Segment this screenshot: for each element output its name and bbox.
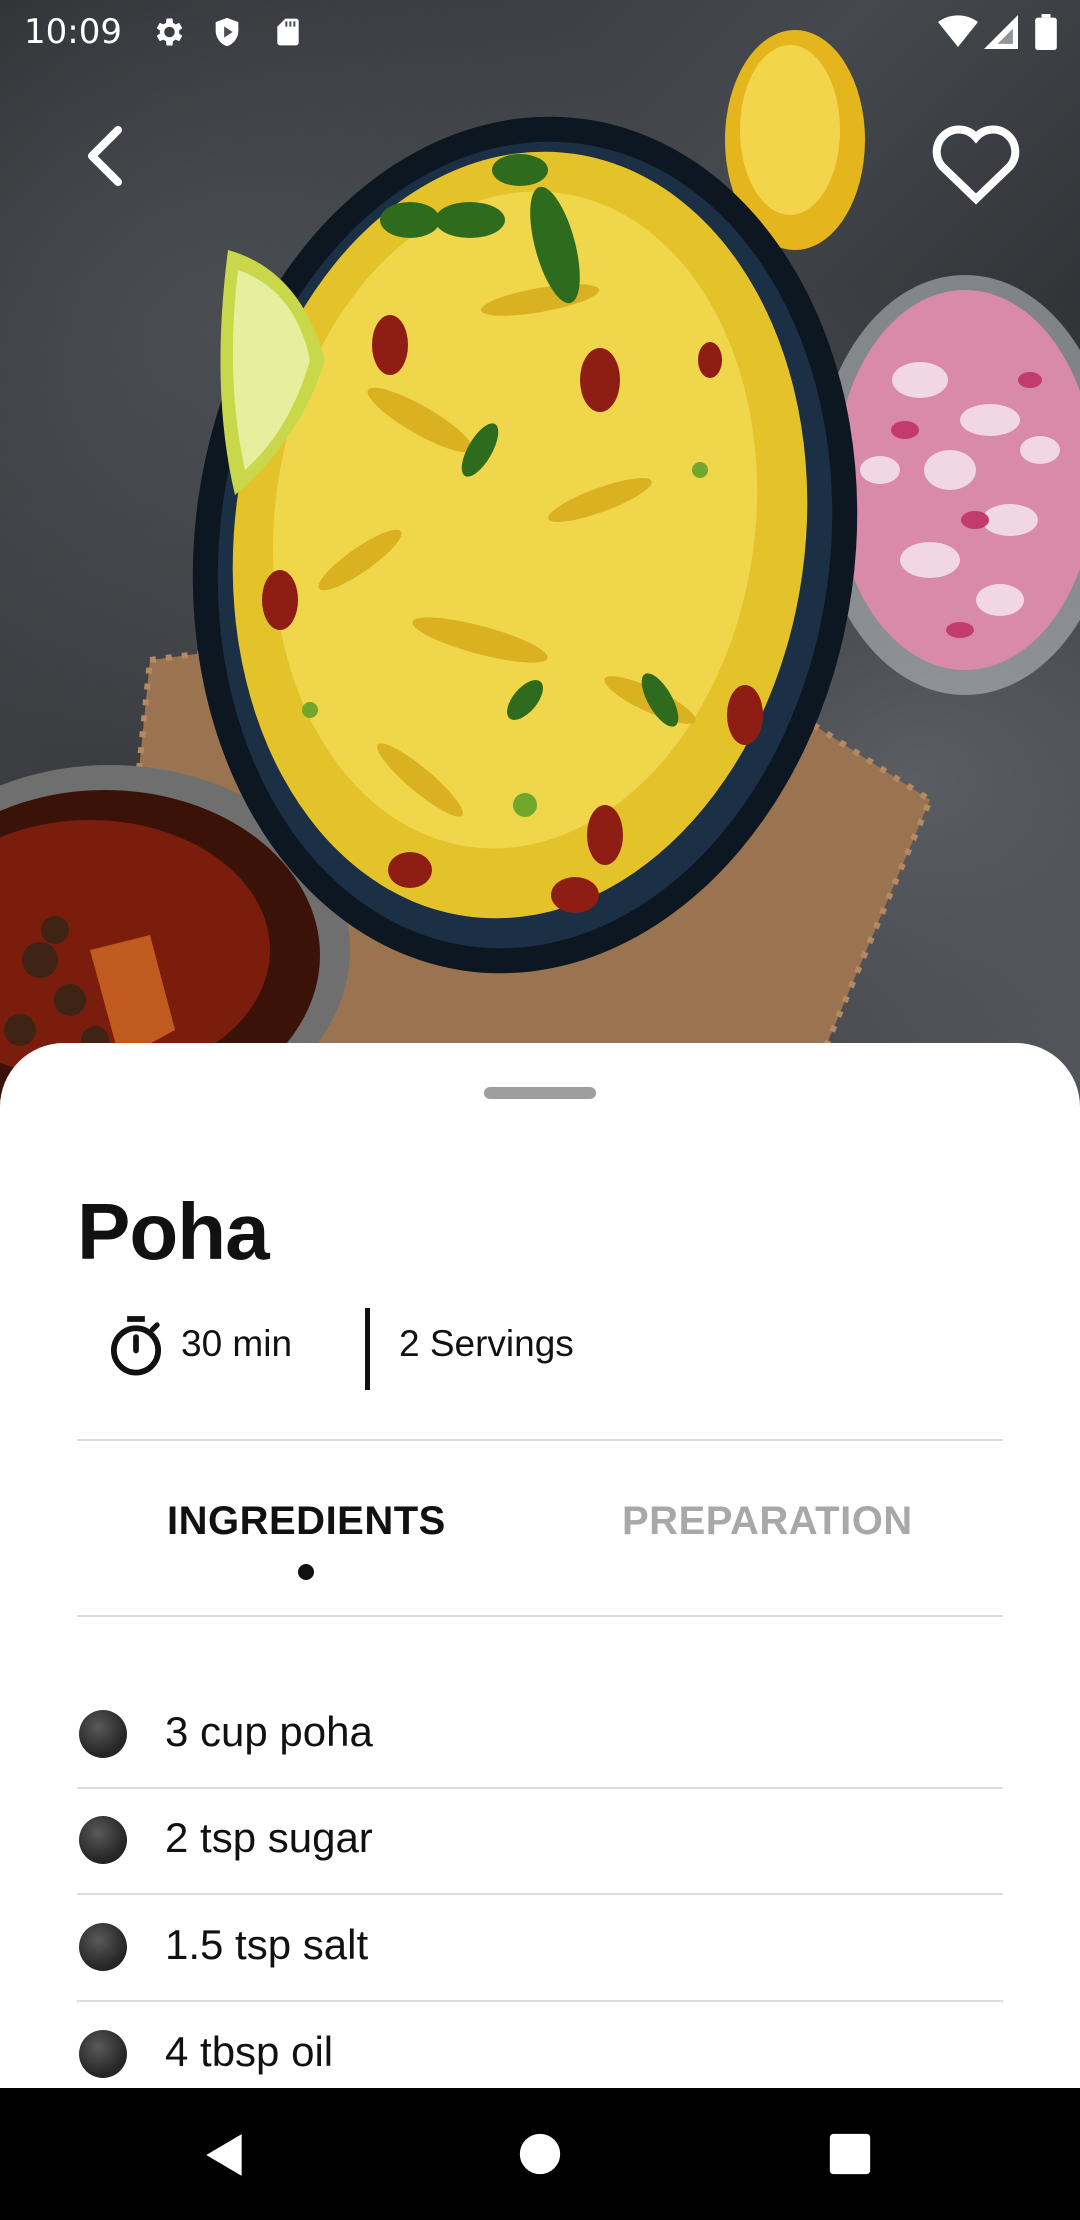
tab-ingredients[interactable]: INGREDIENTS [167, 1499, 446, 1544]
ingredient-text: 3 cup poha [165, 1708, 373, 1755]
favorite-button[interactable] [928, 116, 1024, 206]
ingredient-text: 4 tbsp oil [165, 2028, 334, 2075]
active-tab-indicator [298, 1564, 314, 1580]
signal-icon [984, 15, 1018, 49]
ingredient-item: 4 tbsp oil [77, 2003, 1003, 2088]
poha-photo-illustration [0, 30, 1080, 1110]
tab-preparation[interactable]: PREPARATION [622, 1499, 913, 1544]
battery-icon [1035, 14, 1057, 50]
gear-icon [156, 18, 183, 46]
divider [77, 1439, 1003, 1441]
bullet-icon [79, 1816, 127, 1864]
chevron-left-icon [88, 126, 122, 186]
home-circle-icon[interactable] [518, 2132, 562, 2176]
bullet-icon [79, 1923, 127, 1971]
ingredient-text: 1.5 tsp salt [165, 1921, 369, 1968]
back-button[interactable] [70, 118, 146, 194]
recipe-title: Poha [77, 1187, 270, 1276]
status-time: 10:09 [24, 12, 122, 52]
ingredient-item: 1.5 tsp salt [77, 1896, 1003, 2002]
sheet-drag-handle[interactable] [484, 1087, 596, 1099]
cook-time: 30 min [181, 1323, 293, 1364]
servings: 2 Servings [399, 1323, 574, 1364]
wifi-icon [938, 15, 978, 48]
status-bar: 10:09 [0, 0, 1080, 66]
divider [77, 1615, 1003, 1617]
ingredient-item: 3 cup poha [77, 1683, 1003, 1789]
bullet-icon [79, 1710, 127, 1758]
system-nav-bar [0, 2088, 1080, 2220]
divider [77, 2000, 1003, 2002]
back-triangle-icon[interactable] [200, 2130, 250, 2180]
heart-outline-icon [932, 125, 1020, 205]
bullet-icon [79, 2030, 127, 2078]
recipe-detail-sheet: Poha 30 min 2 Servings INGREDIENTS PREPA… [0, 1043, 1080, 2088]
divider [77, 1893, 1003, 1895]
ingredient-text: 2 tsp sugar [165, 1814, 373, 1861]
sd-card-icon [277, 18, 299, 46]
recipe-hero-image [0, 0, 1080, 1110]
shield-icon [215, 17, 239, 47]
meta-divider [365, 1308, 370, 1390]
recents-square-icon[interactable] [828, 2132, 872, 2176]
ingredient-item: 2 tsp sugar [77, 1789, 1003, 1895]
timer-icon [110, 1316, 162, 1376]
